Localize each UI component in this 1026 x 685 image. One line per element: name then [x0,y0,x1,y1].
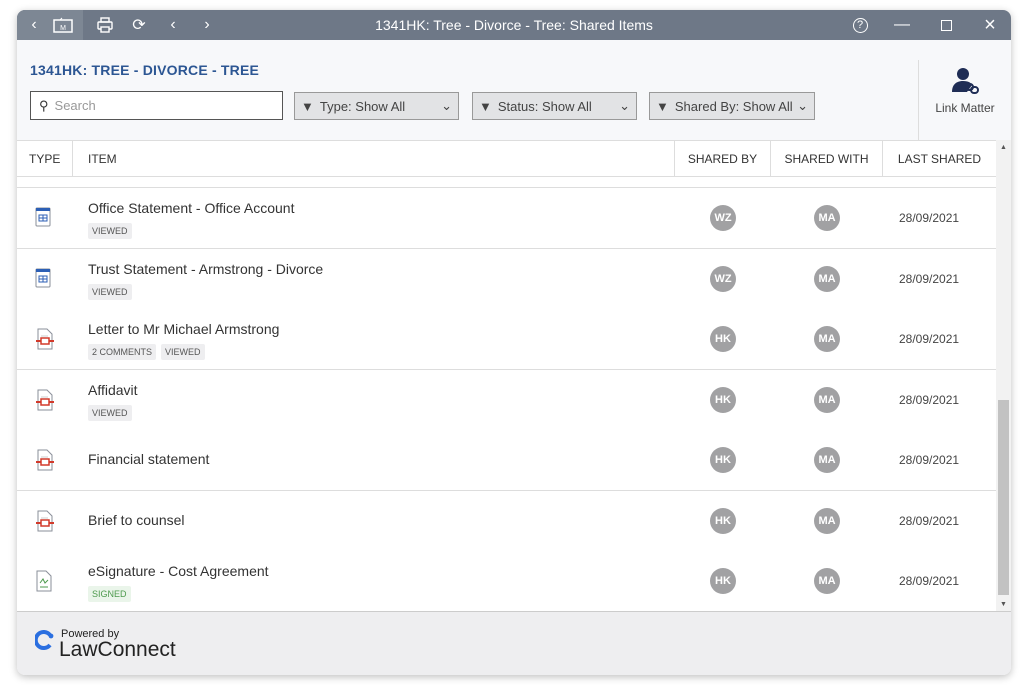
footer: Powered by LawConnect [17,611,1011,675]
item-tags: VIEWED [88,223,132,239]
help-icon[interactable]: ? [847,10,873,40]
filter-icon: ▼ [301,98,314,114]
item-name[interactable]: Financial statement [88,451,209,467]
item-tags: VIEWED [88,283,132,300]
esign-file-icon [35,570,53,597]
matter-title: 1341HK: TREE - DIVORCE - TREE [30,62,260,78]
table-row[interactable]: Trust Statement - Armstrong - Divorce VIE… [17,248,996,310]
item-name[interactable]: Letter to Mr Michael Armstrong [88,321,279,337]
search-icon: ⚲ [39,97,49,113]
shared-by-avatar: HK [710,568,736,594]
shared-by-filter-label: Shared By: Show All [674,98,793,114]
item-name[interactable]: Trust Statement - Armstrong - Divorce [88,261,323,277]
last-shared-date: 28/09/2021 [899,211,960,225]
item-tags: 2 COMMENTS VIEWED [88,344,205,360]
table-row[interactable]: eSignature - Cost Agreement SIGNED HK MA 2… [17,551,996,611]
last-shared-date: 28/09/2021 [899,392,960,407]
table-row[interactable]: Affidavit VIEWED HK MA 28/09/2021 [17,369,996,431]
status-badge: VIEWED [161,344,205,360]
shared-by-filter[interactable]: ▼ Shared By: Show All ⌄ [649,92,815,120]
last-shared-date: 28/09/2021 [899,332,960,346]
user-link-icon [952,68,979,94]
shared-by-avatar: HK [710,386,736,413]
table-row[interactable]: Office Statement - Office Account VIEWED W… [17,188,996,249]
column-shared-by[interactable]: SHARED BY [675,141,771,177]
column-item[interactable]: ITEM [73,141,675,177]
brand-name: LawConnect [59,638,176,661]
status-badge: VIEWED [88,404,132,421]
link-matter-label: Link Matter [935,101,995,115]
status-badge: 2 COMMENTS [88,344,157,360]
last-shared-date: 28/09/2021 [899,574,960,588]
status-badge: SIGNED [88,586,131,602]
maximize-icon[interactable] [931,10,961,40]
scrollbar-thumb[interactable] [998,400,1009,595]
pdf-file-icon [35,449,55,476]
filter-icon: ▼ [656,98,669,114]
shared-with-avatar: MA [814,265,840,292]
search-input[interactable]: ⚲ Search [30,91,283,120]
item-name[interactable]: Brief to counsel [88,512,185,528]
items-list: Office Statement - Office Account VIEWED W… [17,177,996,611]
item-name[interactable]: Office Statement - Office Account [88,200,294,216]
shared-with-avatar: MA [814,205,840,231]
column-type[interactable]: TYPE [17,141,73,177]
shared-by-avatar: HK [710,447,736,473]
chevron-down-icon: ⌄ [441,98,452,113]
shared-with-avatar: MA [814,568,840,594]
last-shared-date: 28/09/2021 [899,513,960,528]
shared-by-avatar: HK [710,326,736,352]
pdf-file-icon [35,389,55,416]
table-header: TYPE ITEM SHARED BY SHARED WITH LAST SHA… [17,140,996,177]
item-name[interactable]: Affidavit [88,382,138,398]
statement-file-icon [35,268,51,293]
shared-with-avatar: MA [814,326,840,352]
shared-with-avatar: MA [814,386,840,413]
shared-with-avatar: MA [814,507,840,534]
minimize-icon[interactable]: — [887,10,917,40]
chevron-down-icon: ⌄ [619,98,630,113]
last-shared-date: 28/09/2021 [899,453,960,467]
table-row[interactable]: Brief to counsel HK MA 28/09/2021 [17,490,996,552]
shared-with-avatar: MA [814,447,840,473]
statement-file-icon [35,207,51,232]
shared-by-avatar: WZ [710,265,736,292]
status-filter[interactable]: ▼ Status: Show All ⌄ [472,92,637,120]
status-filter-label: Status: Show All [497,98,592,114]
scrollbar[interactable]: ▲ ▼ [996,140,1011,611]
scroll-down-icon[interactable]: ▼ [1000,601,1007,608]
column-shared-with[interactable]: SHARED WITH [771,141,883,177]
search-placeholder: Search [54,98,96,113]
pdf-file-icon [35,510,55,537]
last-shared-date: 28/09/2021 [899,271,960,286]
title-bar: ‹ M ⟳ ‹ › 1341HK: Tree - Divorce - Tree:… [17,10,1011,40]
close-icon[interactable]: × [975,10,1005,40]
type-filter[interactable]: ▼ Type: Show All ⌄ [294,92,459,120]
item-tags: VIEWED [88,404,132,421]
filter-icon: ▼ [479,98,492,114]
table-row[interactable]: Financial statement HK MA 28/09/2021 [17,430,996,491]
item-name[interactable]: eSignature - Cost Agreement [88,563,269,579]
chevron-down-icon: ⌄ [797,98,808,113]
table-row-partial[interactable] [17,177,996,188]
status-badge: VIEWED [88,223,132,239]
type-filter-label: Type: Show All [319,98,406,114]
table-row[interactable]: Letter to Mr Michael Armstrong 2 COMMENTS… [17,309,996,370]
header: 1341HK: TREE - DIVORCE - TREE ⚲ Search ▼… [17,40,1011,140]
app-window: ‹ M ⟳ ‹ › 1341HK: Tree - Divorce - Tree:… [17,10,1011,675]
pdf-file-icon [35,328,55,355]
lawconnect-logo-icon [33,630,55,650]
scroll-up-icon[interactable]: ▲ [1000,144,1007,151]
link-matter-button[interactable]: Link Matter [918,60,1011,140]
column-last-shared[interactable]: LAST SHARED [883,141,996,177]
item-tags: SIGNED [88,586,131,602]
shared-by-avatar: WZ [710,205,736,231]
status-badge: VIEWED [88,283,132,300]
shared-by-avatar: HK [710,507,736,534]
